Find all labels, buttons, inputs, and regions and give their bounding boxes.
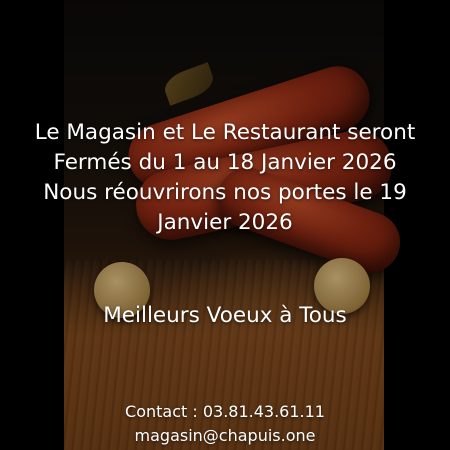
- new-year-wishes: Meilleurs Voeux à Tous: [103, 303, 347, 328]
- contact-email: magasin@chapuis.one: [134, 426, 316, 445]
- announcement-line-4: Janvier 2026: [157, 210, 293, 235]
- announcement-card: Le Magasin et Le Restaurant seront Fermé…: [0, 0, 450, 450]
- announcement-line-2: Fermés du 1 au 18 Janvier 2026: [53, 150, 397, 175]
- announcement-line-1: Le Magasin et Le Restaurant seront: [34, 120, 416, 145]
- closure-announcement: Le Magasin et Le Restaurant seront Fermé…: [0, 118, 450, 238]
- announcement-line-3: Nous réouvrirons nos portes le 19: [43, 180, 407, 205]
- contact-info: Contact : 03.81.43.61.11 magasin@chapuis…: [0, 400, 450, 448]
- contact-phone: Contact : 03.81.43.61.11: [125, 402, 325, 421]
